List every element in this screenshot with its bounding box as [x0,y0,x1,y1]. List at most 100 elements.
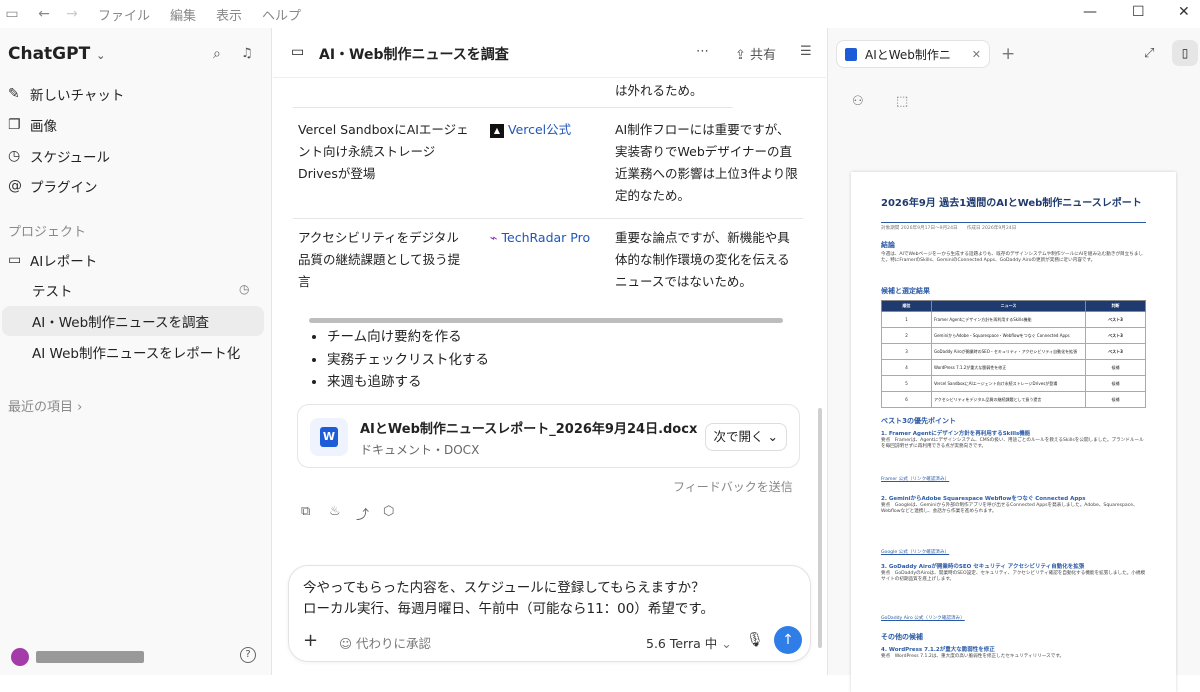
smile-icon: ☺ [339,636,353,651]
image-icon: ❐ [8,117,21,133]
feedback-link[interactable]: フィードバックを送信 [673,478,793,495]
chat-title[interactable]: AI・Web制作ニュースを調査 [319,44,509,64]
plus-icon[interactable]: + [303,630,318,651]
at-icon: @ [8,178,22,194]
source-link[interactable]: ⌁ TechRadar Pro [490,227,600,249]
collaborate-icon[interactable]: ⚇ [852,94,864,109]
cube-icon[interactable]: ⬡ [383,504,394,519]
edit-icon: ✎ [8,86,20,102]
projects-heading: プロジェクト [8,225,87,240]
share-icon: ⇪ [735,48,746,63]
doc-heading: 結論 [881,241,895,249]
doc-paragraph: 要点 Framerは、Agentにデザインシステム、CMSの扱い、用途ごとのルー… [881,438,1144,450]
sidebar-item-images[interactable]: ❐ 画像 [8,111,57,139]
doc-heading: 候補と選定結果 [881,287,930,295]
divider [293,218,803,219]
microphone-icon[interactable]: 🎙︎ [746,632,764,648]
message-composer[interactable]: 今やってもらった内容を、スケジュールに登録してもらえますか？ ローカル実行、毎週… [288,565,811,662]
file-name: AIとWeb制作ニュースレポート_2026年9月24日.docx [360,422,698,437]
menu-file[interactable]: ファイル [98,5,150,24]
close-window-icon[interactable]: ✕ [1178,4,1190,20]
sidebar-item-new-chat[interactable]: ✎ 新しいチャット [8,80,124,108]
table-header: ニュース [931,300,1086,312]
menu-help[interactable]: ヘルプ [262,5,301,24]
panel-toggle-icon[interactable]: ▯ [1172,40,1198,66]
chat-scrollbar[interactable] [818,408,822,648]
sidebar-toggle-icon[interactable]: ▭ [0,6,24,22]
doc-link[interactable]: Google 公式（リンク確認済み） [881,550,1146,556]
doc-meta: 対象期間 2026年9月17日〜9月24日 作成日 2026年9月24日 [881,226,1017,231]
document-preview-panel: AIとWeb制作ニ ✕ + ⤢ ▯ ⚇ ⬚ 2026年9月 過去1週間のAIとW… [827,28,1200,692]
menu-view[interactable]: 表示 [216,5,242,24]
new-tab-icon[interactable]: + [1001,44,1015,64]
thumbs-down-icon[interactable]: ♨ [329,504,341,519]
doc-title: 2026年9月 過去1週間のAIとWeb制作ニュースレポート [881,198,1142,209]
copy-icon[interactable]: ⧉ [301,504,310,519]
expand-icon[interactable]: ⤢ [1144,46,1154,61]
table-scrollbar[interactable] [309,318,783,323]
model-selector[interactable]: 5.6 Terra 中 ⌄ [646,633,732,652]
close-tab-icon[interactable]: ✕ [972,48,981,61]
table-cell-reason: 重要な論点ですが、新機能や具体的な制作環境の変化を伝えるニュースではないため。 [615,230,790,289]
user-name-redacted[interactable] [36,651,144,663]
approve-alternative-button[interactable]: ☺ 代わりに承認 [339,633,431,652]
doc-paragraph: 要点 GoDaddyのAiroは、開業時のSEO設定、セキュリティ、アクセシビリ… [881,571,1146,583]
avatar[interactable] [11,648,29,666]
tab-document[interactable]: AIとWeb制作ニ ✕ [836,40,990,68]
back-arrow-icon[interactable]: ← [32,6,56,22]
more-options-icon[interactable]: ⋯ [696,44,709,59]
menu-edit[interactable]: 編集 [170,5,196,24]
forward-arrow-icon[interactable]: → [60,6,84,22]
sidebar: ChatGPT ⌄ ⌕ ♫ ✎ 新しいチャット ❐ 画像 ◷ スケジュール @ プラグイ… [0,28,272,675]
sidebar-item-plugins[interactable]: @ プラグイン [8,172,98,200]
title-bar: ▭ ← → ファイル 編集 表示 ヘルプ — ☐ ✕ [0,0,1200,28]
word-doc-icon: W [310,418,348,456]
table-cell-news: アクセシビリティをデジタル品質の継続課題として扱う提言 [298,230,461,289]
search-icon[interactable]: ⌕ [213,46,221,62]
chevron-right-icon: › [77,400,83,415]
message-input[interactable]: 今やってもらった内容を、スケジュールに登録してもらえますか？ ローカル実行、毎週… [303,578,714,620]
minimize-icon[interactable]: — [1083,4,1097,20]
doc-heading: その他の候補 [881,633,923,641]
schedule-badge-icon: ◷ [239,282,250,296]
maximize-icon[interactable]: ☐ [1132,4,1145,20]
next-steps-list: チーム向け要約を作る 実務チェックリスト化する 来週も追跡する [303,326,489,394]
recent-items-heading[interactable]: 最近の項目 › [8,396,82,415]
send-button[interactable]: ↑ [774,626,802,654]
doc-link[interactable]: Framer 公式（リンク確認済み） [881,477,1146,483]
chevron-down-icon: ⌄ [767,429,778,444]
app-brand[interactable]: ChatGPT ⌄ [8,44,105,64]
open-with-button[interactable]: 次で開く ⌄ [704,423,787,451]
sidebar-item-ai-web-news[interactable]: AI・Web制作ニュースを調査 [32,307,209,335]
screenshot-icon[interactable]: ⬚ [896,94,908,109]
branch-icon[interactable]: ⤴ [356,504,369,523]
vercel-logo-icon: ▲ [490,123,504,138]
doc-link[interactable]: GoDaddy Airo 公式（リンク確認済み） [881,616,1146,622]
help-icon[interactable]: ? [240,647,256,663]
share-button[interactable]: ⇪ 共有 [735,44,776,63]
title-rule [881,222,1146,223]
doc-subheading: 4. WordPress 7.1.2が重大な脆弱性を修正 [881,647,995,653]
table-row: 2 GeminiからAdobe・Squarespace・Webflowをつなぐ C… [881,327,1146,344]
list-item: 来週も追跡する [327,371,489,394]
rss-icon: ⌁ [490,230,498,245]
bell-icon[interactable]: ♫ [241,46,253,61]
sidebar-item-ai-web-report[interactable]: AI Web制作ニュースをレポート化 [32,338,240,366]
table-cell-fragment: は外れるため。 [615,83,703,98]
source-link[interactable]: ▲ Vercel公式 [490,119,600,141]
sidebar-item-test[interactable]: テスト [32,276,73,304]
file-type: ドキュメント・DOCX [360,443,480,457]
file-attachment-card[interactable]: W AIとWeb制作ニュースレポート_2026年9月24日.docx ドキュメン… [297,404,800,468]
table-row: 6 アクセシビリティをデジタル品質の継続課題として扱う提言 候補 [881,391,1146,408]
doc-paragraph: 要点 WordPress 7.1.2は、重大度の高い脆弱性を修正したセキュリティ… [881,654,1065,659]
sidebar-item-schedule[interactable]: ◷ スケジュール [8,142,110,170]
outline-icon[interactable]: ☰ [800,44,812,59]
table-header: 判断 [1085,300,1146,312]
project-ai-report[interactable]: ▭ AIレポート [8,246,97,274]
word-doc-icon [845,47,857,61]
doc-paragraph: 今週は、AIでWebページを一から生成する話題よりも、既存のデザインシステムや制… [881,252,1144,264]
folder-icon: ▭ [291,44,305,60]
chat-area: ▭ AI・Web制作ニュースを調査 ⋯ ⇪ 共有 ☰ は外れるため。 Verce… [273,28,826,675]
clock-icon: ◷ [8,148,21,164]
table-row: 5 Vercel SandboxにAIエージェント向け永続ストレージDrivesが… [881,375,1146,392]
